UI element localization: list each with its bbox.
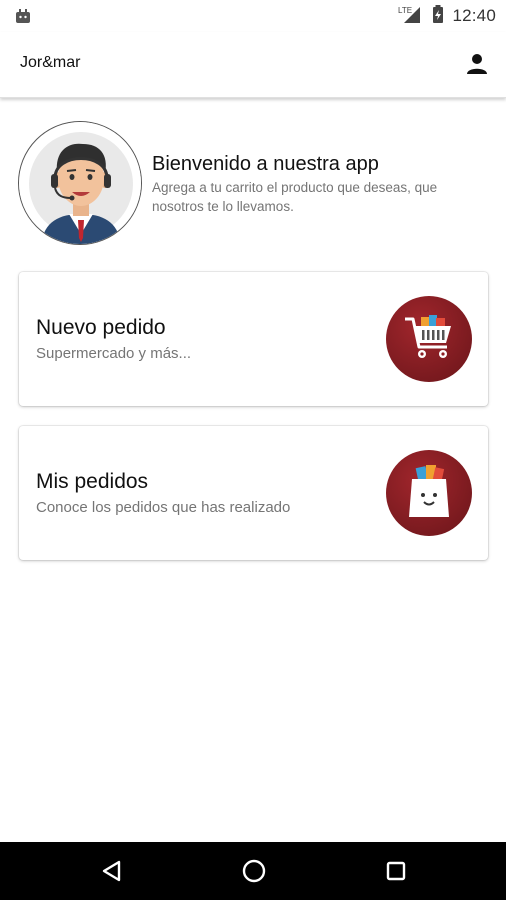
new-order-subtitle: Supermercado y más...	[36, 345, 192, 362]
support-agent-avatar	[18, 121, 142, 245]
shopping-bag-icon	[386, 450, 472, 536]
home-button[interactable]	[239, 856, 269, 886]
network-type-text: LTE	[398, 6, 412, 15]
person-icon	[467, 54, 487, 74]
system-navigation-bar	[0, 842, 506, 900]
app-title: Jor&mar	[20, 54, 81, 71]
back-button[interactable]	[97, 856, 127, 886]
welcome-title: Bienvenido a nuestra app	[152, 153, 379, 175]
recent-square-icon	[386, 861, 406, 881]
new-order-title: Nuevo pedido	[36, 316, 166, 339]
new-order-card[interactable]: Nuevo pedido Supermercado y más...	[19, 272, 488, 406]
welcome-section: Bienvenido a nuestra app Agrega a tu car…	[18, 121, 488, 245]
my-orders-card[interactable]: Mis pedidos Conoce los pedidos que has r…	[19, 426, 488, 560]
welcome-subtitle: Agrega a tu carrito el producto que dese…	[152, 180, 438, 214]
battery-icon	[432, 4, 444, 29]
android-debug-icon	[14, 7, 32, 25]
back-triangle-icon	[102, 860, 121, 882]
status-time: 12:40	[452, 6, 496, 25]
my-orders-title: Mis pedidos	[36, 470, 149, 493]
profile-button[interactable]	[464, 51, 490, 77]
my-orders-subtitle: Conoce los pedidos que has realizado	[36, 499, 291, 516]
app-bar: Jor&mar	[0, 32, 506, 98]
status-bar: LTE 12:40	[0, 0, 506, 32]
shopping-cart-icon	[386, 296, 472, 382]
home-circle-icon	[242, 859, 266, 883]
lte-signal-icon: LTE	[398, 4, 424, 29]
recent-apps-button[interactable]	[381, 856, 411, 886]
